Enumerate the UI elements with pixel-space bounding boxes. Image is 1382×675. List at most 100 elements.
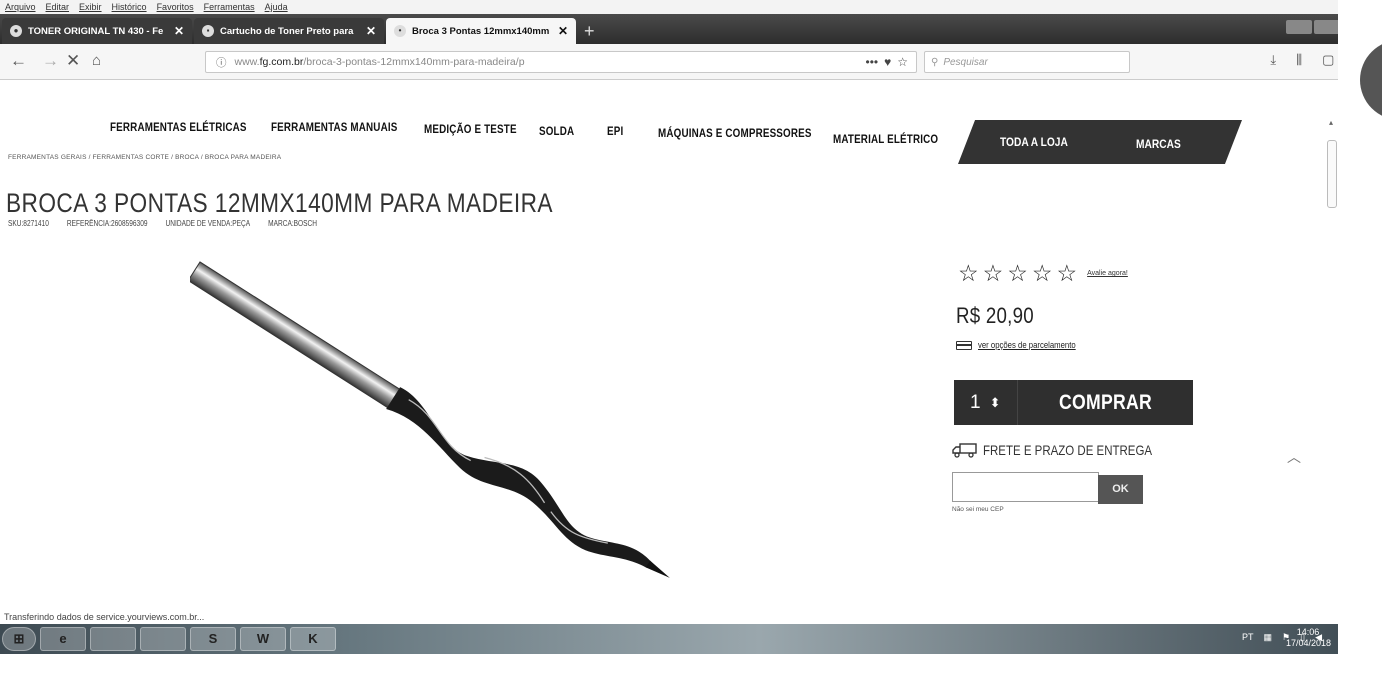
nav-medicao-teste[interactable]: MEDIÇÃO E TESTE	[424, 122, 517, 136]
tab-close-icon[interactable]: ✕	[558, 24, 568, 38]
pocket-icon[interactable]: ♥	[884, 55, 891, 69]
url-host: fg.com.br	[259, 56, 304, 68]
product-brand: MARCA:BOSCH	[268, 219, 317, 228]
cep-input[interactable]	[952, 472, 1099, 502]
search-placeholder: Pesquisar	[943, 56, 988, 68]
tab-toner-tn430[interactable]: ● TONER ORIGINAL TN 430 - Fe ✕	[2, 18, 192, 44]
site-info-icon[interactable]: ⓘ	[216, 55, 227, 70]
address-bar-actions: ••• ♥ ☆	[866, 55, 909, 69]
search-icon: ⚲	[931, 56, 939, 68]
back-icon[interactable]: ←	[10, 51, 27, 71]
shipping-section: FRETE E PRAZO DE ENTREGA	[952, 442, 1189, 458]
tray-keyboard-icon[interactable]: ▦	[1264, 632, 1273, 643]
product-meta: SKU:8271410 REFERÊNCIA:2608596309 UNIDAD…	[8, 219, 317, 228]
tab-broca[interactable]: • Broca 3 Pontas 12mmx140mm ✕	[386, 18, 576, 44]
tray-language[interactable]: PT	[1242, 632, 1254, 643]
bookmark-star-icon[interactable]: ☆	[897, 55, 908, 69]
forward-icon[interactable]: →	[42, 51, 59, 71]
truck-icon	[952, 443, 977, 458]
product-sku: SKU:8271410	[8, 219, 49, 228]
quantity-stepper[interactable]: 1 ⬍	[954, 380, 1018, 425]
nav-ferramentas-manuais[interactable]: FERRAMENTAS MANUAIS	[271, 120, 397, 134]
chevron-up-icon[interactable]: ︿	[1287, 447, 1301, 467]
cep-help-link[interactable]: Não sei meu CEP	[952, 506, 1004, 513]
product-price: R$ 20,90	[956, 303, 1034, 328]
downloads-icon[interactable]: ⤓	[1270, 52, 1276, 68]
sidebar-icon[interactable]: ▢	[1322, 52, 1334, 68]
nav-material-eletrico[interactable]: MATERIAL ELÉTRICO	[833, 132, 938, 146]
url-path: /broca-3-pontas-12mmx140mm-para-madeira/…	[303, 56, 525, 68]
status-bar: Transferindo dados de service.yourviews.…	[0, 612, 205, 624]
tab-favicon-icon: ▪	[202, 25, 214, 37]
star-icon[interactable]: ☆	[1007, 262, 1028, 285]
tab-toner-cartridge[interactable]: ▪ Cartucho de Toner Preto para ✕	[194, 18, 384, 44]
clock[interactable]: 14:06 17/04/2018	[1286, 627, 1332, 649]
clock-date: 17/04/2018	[1286, 638, 1332, 648]
star-icon[interactable]: ☆	[1057, 262, 1078, 285]
star-icon[interactable]: ☆	[1032, 262, 1053, 285]
menu-bookmarks[interactable]: Favoritos	[157, 2, 194, 12]
home-icon[interactable]: ⌂	[92, 51, 101, 71]
menu-help[interactable]: Ajuda	[265, 2, 288, 12]
minimize-button[interactable]	[1286, 20, 1312, 34]
rate-now-link[interactable]: Avalie agora!	[1087, 270, 1128, 277]
nav-maquinas-compressores[interactable]: MÁQUINAS E COMPRESSORES	[658, 126, 812, 140]
start-button[interactable]: ⊞	[2, 627, 36, 651]
search-input[interactable]: ⚲ Pesquisar	[924, 51, 1130, 73]
menu-file[interactable]: Arquivo	[5, 2, 36, 12]
library-icon[interactable]: ⫼	[1296, 52, 1302, 68]
taskbar-word[interactable]: W	[240, 627, 286, 651]
taskbar-explorer[interactable]	[90, 627, 136, 651]
tab-loading-icon: •	[394, 25, 406, 37]
installments-link[interactable]: ver opções de parcelamento	[978, 340, 1076, 350]
nav-dark-block: TODA A LOJA MARCAS	[958, 120, 1242, 164]
taskbar-app-k[interactable]: K	[290, 627, 336, 651]
star-icon[interactable]: ☆	[983, 262, 1004, 285]
page-margin-bottom	[0, 654, 1382, 675]
shipping-label: FRETE E PRAZO DE ENTREGA	[983, 442, 1153, 458]
product-image	[190, 261, 670, 578]
buy-button[interactable]: COMPRAR	[1032, 391, 1179, 415]
star-icon[interactable]: ☆	[958, 262, 979, 285]
page-actions-icon[interactable]: •••	[866, 55, 879, 69]
rating-stars: ☆ ☆ ☆ ☆ ☆ Avalie agora!	[958, 262, 1128, 285]
nav-ferramentas-eletricas[interactable]: FERRAMENTAS ELÉTRICAS	[110, 120, 247, 134]
scrollbar[interactable]: ▴	[1327, 84, 1338, 604]
tab-close-icon[interactable]: ✕	[366, 24, 376, 38]
tab-close-icon[interactable]: ✕	[174, 24, 184, 38]
new-tab-icon[interactable]: +	[584, 18, 595, 44]
taskbar-ie[interactable]: e	[40, 627, 86, 651]
tab-title: Broca 3 Pontas 12mmx140mm	[412, 25, 550, 37]
nav-epi[interactable]: EPI	[607, 124, 623, 138]
scrollbar-thumb[interactable]	[1327, 140, 1337, 208]
buy-box: 1 ⬍ COMPRAR	[954, 380, 1193, 425]
credit-card-icon	[956, 340, 972, 350]
menu-edit[interactable]: Editar	[46, 2, 70, 12]
nav-brands-button[interactable]: MARCAS	[1136, 137, 1181, 151]
menu-view[interactable]: Exibir	[79, 2, 102, 12]
breadcrumb[interactable]: FERRAMENTAS GERAIS / FERRAMENTAS CORTE /…	[8, 154, 281, 161]
quantity-value: 1	[970, 391, 981, 413]
tab-strip: ● TONER ORIGINAL TN 430 - Fe ✕ ▪ Cartuch…	[0, 14, 1382, 44]
tab-title: TONER ORIGINAL TN 430 - Fe	[28, 25, 164, 37]
scroll-up-icon[interactable]: ▴	[1329, 118, 1333, 127]
url-prefix: www.	[234, 56, 260, 68]
maximize-button[interactable]	[1314, 20, 1340, 34]
taskbar: ⊞ e S W K PT ▦ ⚑ ▯ ◀ 14:06 17/04/2018	[0, 624, 1382, 654]
nav-store-button[interactable]: TODA A LOJA	[1000, 135, 1068, 149]
stepper-arrows-icon[interactable]: ⬍	[990, 395, 1001, 411]
tab-title: Cartucho de Toner Preto para	[220, 25, 354, 37]
stop-icon[interactable]: ✕	[66, 51, 80, 71]
menu-tools[interactable]: Ferramentas	[204, 2, 255, 12]
cep-ok-button[interactable]: OK	[1098, 475, 1143, 504]
address-bar[interactable]: ⓘ www. fg.com.br/broca-3-pontas-12mmx140m…	[205, 51, 917, 73]
page-title: BROCA 3 PONTAS 12MMX140MM PARA MADEIRA	[6, 188, 553, 218]
nav-solda[interactable]: SOLDA	[539, 124, 574, 138]
product-reference: REFERÊNCIA:2608596309	[66, 219, 148, 228]
taskbar-chrome[interactable]	[140, 627, 186, 651]
taskbar-skype[interactable]: S	[190, 627, 236, 651]
tab-favicon-icon: ●	[10, 25, 22, 37]
installments: ver opções de parcelamento	[956, 340, 1092, 350]
clock-time: 14:06	[1296, 627, 1320, 637]
menu-history[interactable]: Histórico	[112, 2, 147, 12]
